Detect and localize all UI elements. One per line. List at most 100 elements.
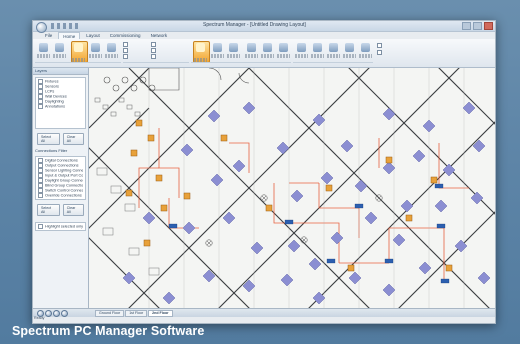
window-controls: [462, 22, 493, 30]
paste-icon: [39, 43, 48, 52]
floor-plan[interactable]: [89, 68, 495, 308]
layers-button[interactable]: [261, 42, 274, 58]
device-icon: [135, 119, 143, 127]
select-all-button-2[interactable]: Select All: [37, 204, 60, 216]
page-button[interactable]: [245, 42, 258, 58]
nav-next-icon[interactable]: [53, 310, 60, 317]
options-box: Highlight selected only: [35, 222, 86, 231]
fixture-icon: [470, 191, 484, 205]
text-button[interactable]: [211, 42, 224, 58]
sheet-tab-active[interactable]: 2nd Floor: [148, 310, 173, 317]
fixture-icon: [242, 101, 256, 115]
fixture-icon: [290, 189, 304, 203]
minimize-icon[interactable]: [462, 22, 471, 30]
find-button[interactable]: [277, 42, 290, 58]
room-mark: [148, 267, 160, 276]
maximize-icon[interactable]: [473, 22, 482, 30]
pan-icon: [361, 43, 370, 52]
fixture-icon: [382, 283, 396, 297]
furniture-mark: [126, 104, 133, 110]
furniture-mark: [134, 111, 141, 117]
room-mark: [128, 247, 140, 256]
ribbon-option-2[interactable]: [123, 48, 130, 53]
cut-button[interactable]: [53, 42, 66, 58]
sheet-tab[interactable]: 1st Floor: [125, 310, 148, 317]
tab-network[interactable]: Network: [147, 32, 172, 39]
fixture-icon: [348, 271, 362, 285]
fixture-icon: [312, 113, 326, 127]
hand-icon: [107, 43, 116, 52]
zoom-out-button[interactable]: [311, 42, 324, 58]
tab-layout[interactable]: Layout: [82, 32, 104, 39]
ribbon-group-3: [191, 62, 291, 66]
drawing-canvas[interactable]: [89, 68, 495, 308]
ribbon-toolbar: [33, 39, 495, 68]
select-tool-button[interactable]: [71, 41, 88, 63]
zoom-fit-button[interactable]: [327, 42, 340, 58]
close-icon[interactable]: [484, 22, 493, 30]
zoom-width-button[interactable]: [343, 42, 356, 58]
tab-file[interactable]: File: [41, 32, 56, 39]
app-window: Spectrum Manager - [Untitled Drawing Lay…: [32, 20, 496, 324]
sheet-tab[interactable]: Ground Floor: [95, 310, 125, 317]
zoom-out-icon: [313, 43, 322, 52]
highlight-option[interactable]: Highlight selected only: [38, 224, 83, 229]
device-icon: [183, 192, 191, 200]
furniture-mark: [121, 76, 129, 84]
layers-icon: [263, 43, 272, 52]
port-label-icon: [436, 223, 446, 229]
fixture-icon: [340, 139, 354, 153]
symbol-icon: [229, 43, 238, 52]
connection-item[interactable]: Override Connections: [38, 193, 83, 198]
clear-all-button-2[interactable]: Clear All: [62, 204, 84, 216]
zoom-width-icon: [345, 43, 354, 52]
tab-commissioning[interactable]: Commissioning: [106, 32, 145, 39]
wall-line: [348, 68, 495, 215]
device-icon: [125, 189, 133, 197]
fixture-icon: [434, 199, 448, 213]
quick-access-toolbar[interactable]: [51, 23, 81, 29]
fixture-icon: [276, 141, 290, 155]
device-icon: [405, 214, 413, 222]
fixture-icon: [280, 273, 294, 287]
wiring-line: [318, 183, 359, 209]
place-fixture-button[interactable]: [193, 41, 210, 63]
wall-line: [89, 147, 250, 308]
device-icon: [155, 174, 163, 182]
device-icon: [130, 149, 138, 157]
symbol-button[interactable]: [227, 42, 240, 58]
select-all-button[interactable]: Select All: [37, 133, 60, 145]
clear-all-button[interactable]: Clear All: [62, 133, 84, 145]
zoom-in-button[interactable]: [295, 42, 308, 58]
caption: Spectrum PC Manager Software: [12, 324, 205, 338]
layers-header: Layers: [33, 68, 88, 75]
lock-button[interactable]: [89, 42, 102, 58]
port-label-icon: [326, 258, 336, 264]
tab-home[interactable]: Home: [58, 32, 81, 39]
connections-header: Connections Filter: [35, 148, 68, 153]
pan-view-button[interactable]: [359, 42, 372, 58]
ribbon-option-1[interactable]: [123, 42, 130, 47]
paste-button[interactable]: [37, 42, 50, 58]
ribbon-option-3[interactable]: [123, 54, 130, 59]
fixture-icon: [418, 261, 432, 275]
text-icon: [213, 43, 222, 52]
ribbon-option-4[interactable]: [151, 42, 158, 47]
layer-item[interactable]: Annotations: [38, 104, 83, 109]
nav-prev-icon[interactable]: [45, 310, 52, 317]
ribbon-option-8[interactable]: [377, 50, 384, 55]
fixture-icon: [210, 173, 224, 187]
ribbon-option-6[interactable]: [151, 54, 158, 59]
fixture-icon: [477, 271, 491, 285]
wall-line: [398, 211, 495, 308]
fixture-icon: [232, 159, 246, 173]
fixture-icon: [180, 143, 194, 157]
sheet-tabs: Ground Floor 1st Floor 2nd Floor: [95, 310, 173, 317]
fixture-icon: [330, 231, 344, 245]
nav-last-icon[interactable]: [61, 310, 68, 317]
fixture-icon: [287, 239, 301, 253]
pan-button[interactable]: [105, 42, 118, 58]
ribbon-option-5[interactable]: [151, 48, 158, 53]
ribbon-option-7[interactable]: [377, 43, 384, 48]
wiring-line: [438, 143, 469, 189]
